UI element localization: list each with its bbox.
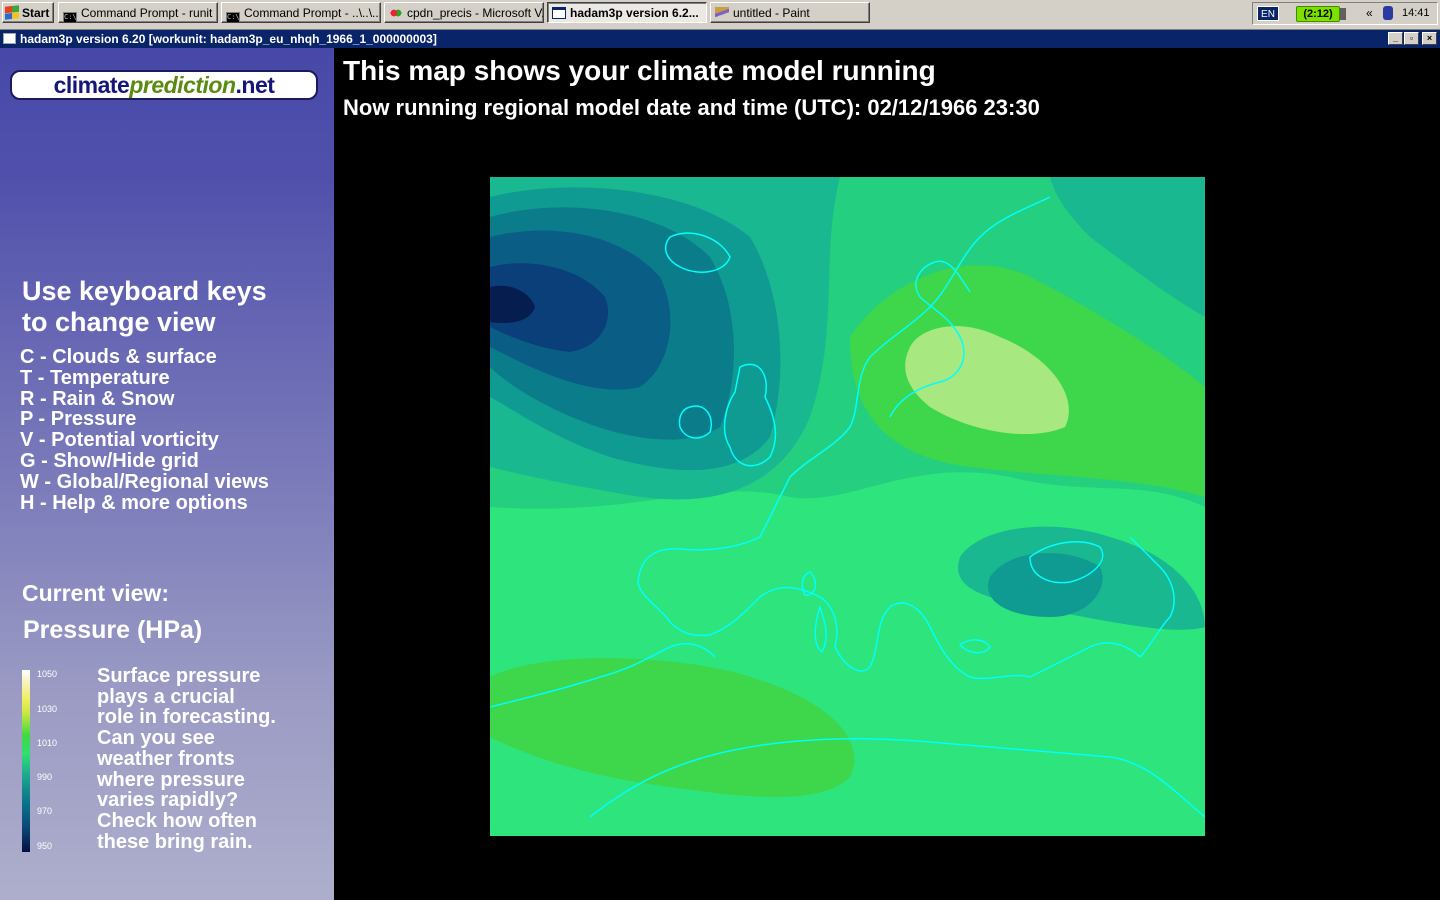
taskbar-item-command-prompt-runit[interactable]: C:\ Command Prompt - runit (58, 2, 218, 23)
taskbar-item-label: Command Prompt - runit (81, 6, 213, 20)
pressure-map (489, 177, 1206, 836)
key-help: H - Help & more options (20, 491, 248, 514)
clock[interactable]: 14:41 (1402, 7, 1430, 19)
legend-tick: 1030 (37, 704, 58, 714)
minimize-button[interactable]: _ (1388, 32, 1403, 45)
pressure-map-graphic (489, 177, 1206, 836)
window-icon[interactable] (3, 33, 16, 44)
page-title: This map shows your climate model runnin… (343, 55, 936, 86)
key-temperature: T - Temperature (20, 366, 170, 389)
restore-button[interactable]: ▫ (1404, 32, 1419, 45)
legend-tick: 950 (37, 841, 53, 851)
taskbar-item-label: hadam3p version 6.2... (570, 6, 699, 20)
current-view-label: Current view: (22, 580, 169, 606)
keyboard-shortcut-list: C - Clouds & surface T - Temperature R -… (20, 347, 269, 513)
close-button[interactable]: × (1422, 32, 1437, 45)
window-icon (552, 7, 566, 19)
taskbar: Start C:\ Command Prompt - runit C:\ Comma… (0, 0, 1440, 30)
key-grid: G - Show/Hide grid (20, 449, 199, 472)
key-views: W - Global/Regional views (20, 470, 269, 493)
taskbar-item-hadam3p[interactable]: hadam3p version 6.2... (547, 2, 707, 23)
pressure-description: Surface pressure plays a crucial role in… (97, 665, 276, 853)
cmd-icon: C:\ (226, 12, 240, 22)
window-title-bar[interactable]: hadam3p version 6.20 [workunit: hadam3p_… (0, 30, 1440, 48)
app-icon (389, 7, 403, 19)
legend-tick: 1050 (37, 669, 58, 679)
key-rain: R - Rain & Snow (20, 387, 175, 410)
model-date-time: Now running regional model date and time… (343, 95, 1040, 120)
safely-remove-hardware-icon[interactable] (1383, 6, 1393, 20)
taskbar-item-label: untitled - Paint (733, 6, 810, 20)
key-clouds: C - Clouds & surface (20, 346, 217, 368)
language-indicator[interactable]: EN (1257, 6, 1279, 21)
cmd-icon: C:\ (63, 12, 77, 22)
taskbar-item-label: Command Prompt - ..\..\... (244, 6, 381, 20)
key-vorticity: V - Potential vorticity (20, 429, 219, 452)
window-title: hadam3p version 6.20 [workunit: hadam3p_… (20, 32, 437, 46)
keyboard-help-title: Use keyboard keys to change view (22, 276, 267, 337)
taskbar-item-command-prompt-2[interactable]: C:\ Command Prompt - ..\..\... (221, 2, 381, 23)
pressure-color-legend (22, 670, 30, 852)
legend-tick: 970 (37, 806, 53, 816)
battery-icon (1340, 8, 1346, 20)
taskbar-item-cpdn-precis[interactable]: cpdn_precis - Microsoft V... (384, 2, 544, 23)
climateprediction-logo: climateprediction.net (10, 70, 318, 100)
start-label: Start (22, 6, 50, 20)
legend-tick: 990 (37, 772, 53, 782)
paint-icon (715, 7, 729, 19)
start-button[interactable]: Start (2, 2, 54, 23)
legend-tick: 1010 (37, 738, 58, 748)
sidebar: climateprediction.net Use keyboard keys … (0, 48, 334, 900)
windows-logo-icon (5, 5, 19, 20)
current-view-value: Pressure (HPa) (23, 616, 203, 644)
battery-indicator[interactable]: (2:12) (1296, 6, 1340, 22)
key-pressure: P - Pressure (20, 408, 137, 431)
tray-expand-icon[interactable]: « (1366, 6, 1373, 20)
taskbar-item-paint[interactable]: untitled - Paint (710, 2, 870, 23)
taskbar-item-label: cpdn_precis - Microsoft V... (407, 6, 544, 20)
